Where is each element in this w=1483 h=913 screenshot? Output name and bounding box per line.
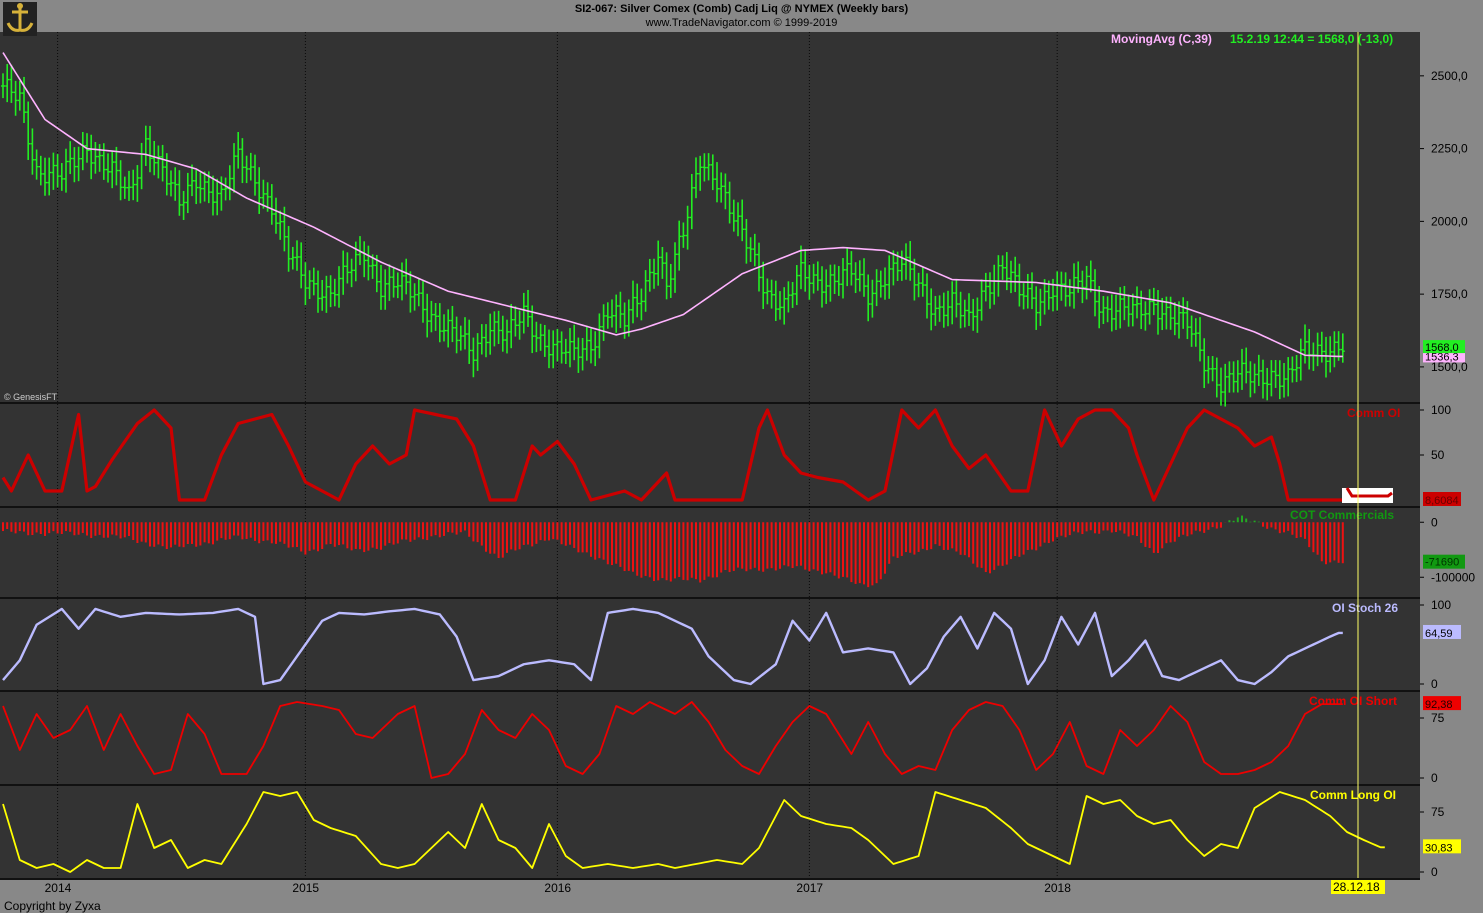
chart-title: SI2-067: Silver Comex (Comb) Cadj Liq @ … xyxy=(574,3,909,15)
oi-stoch-title: OI Stoch 26 xyxy=(1332,601,1398,615)
moving-average-title: MovingAvg (C,39) xyxy=(1111,32,1212,46)
y-tick-label: 0 xyxy=(1431,771,1438,785)
chart-canvas: 2014 2015 2016 2017 20181500,01750,02000,022… xyxy=(0,0,1483,913)
y-tick-label: 2000,0 xyxy=(1431,214,1468,228)
chart-subtitle: www.TradeNavigator.com © 1999-2019 xyxy=(645,17,838,29)
cot-title: COT Commercials xyxy=(1290,508,1394,522)
price-axis-band xyxy=(1420,0,1483,913)
panel-background xyxy=(0,404,1420,506)
y-tick-label: 50 xyxy=(1431,448,1445,462)
y-tick-label: 100 xyxy=(1431,403,1451,417)
x-tick-label: 2015 xyxy=(292,881,319,895)
cursor-date-label: 28.12.18 xyxy=(1333,880,1380,894)
comm-oi-title: Comm OI xyxy=(1347,406,1400,420)
y-tick-label: 0 xyxy=(1431,515,1438,529)
y-tick-label: 2250,0 xyxy=(1431,142,1468,156)
x-tick-label: 2016 xyxy=(544,881,571,895)
x-tick-label: 2018 xyxy=(1044,881,1071,895)
y-tick-label: 75 xyxy=(1431,711,1445,725)
footer-band xyxy=(0,878,1483,913)
panel-background xyxy=(0,32,1420,402)
panel-background xyxy=(0,692,1420,784)
comm-oi-short-value-label: 92,38 xyxy=(1425,699,1453,711)
x-tick-label: 2017 xyxy=(796,881,823,895)
last-price-label: 1568,0 xyxy=(1425,342,1459,354)
price-readout: 15.2.19 12:44 = 1568,0 (-13,0) xyxy=(1230,32,1393,46)
panel-background xyxy=(0,786,1420,878)
comm-long-oi-title: Comm Long OI xyxy=(1310,788,1396,802)
cot-value-label: -71690 xyxy=(1425,557,1459,569)
x-tick-label: 2014 xyxy=(45,881,72,895)
panel-background xyxy=(0,508,1420,597)
y-tick-label: 2500,0 xyxy=(1431,69,1468,83)
oi-stoch-value-label: 64,59 xyxy=(1425,628,1453,640)
copyright-text: Copyright by Zyxa xyxy=(4,899,101,913)
y-tick-label: 0 xyxy=(1431,677,1438,691)
comm-oi-short-title: Comm OI Short xyxy=(1309,694,1397,708)
comm-long-oi-value-label: 30,83 xyxy=(1425,842,1453,854)
y-tick-label: 0 xyxy=(1431,865,1438,879)
y-tick-label: 75 xyxy=(1431,805,1445,819)
watermark: © GenesisFT xyxy=(4,392,58,402)
comm-oi-value-label: 8,6084 xyxy=(1425,495,1459,507)
y-tick-label: 1750,0 xyxy=(1431,287,1468,301)
y-tick-label: 100 xyxy=(1431,598,1451,612)
y-tick-label: -100000 xyxy=(1431,570,1475,584)
